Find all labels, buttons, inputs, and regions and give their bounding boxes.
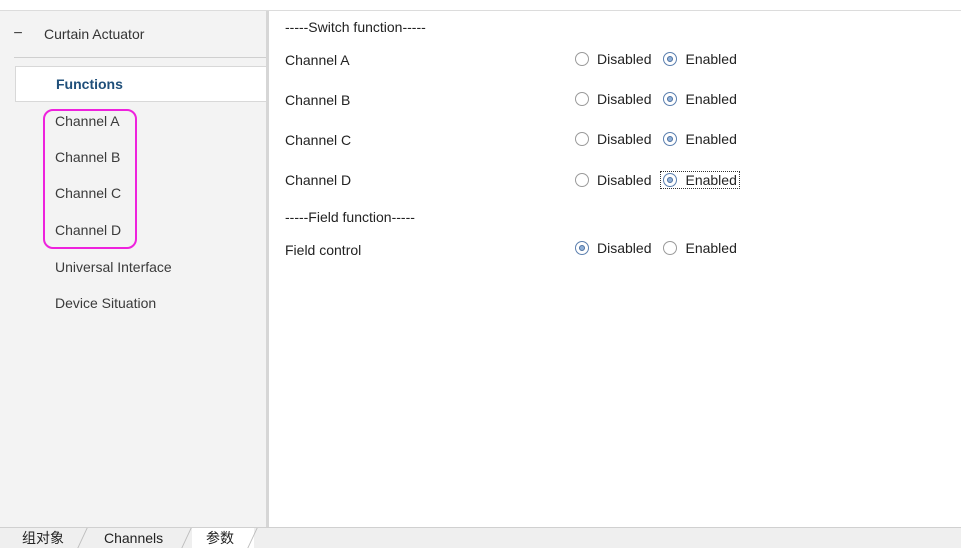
tab-label: Channels bbox=[104, 530, 164, 546]
collapse-icon[interactable]: − bbox=[0, 25, 36, 43]
field-control-disabled-option[interactable]: Disabled bbox=[575, 240, 651, 256]
tab-group-objects[interactable]: 组对象 bbox=[10, 528, 76, 548]
tab-label: 组对象 bbox=[22, 530, 64, 546]
field-function-heading: -----Field function----- bbox=[285, 209, 415, 225]
parameter-panel: -----Switch function----- Channel A Disa… bbox=[269, 11, 961, 527]
channel-d-radio-group: Disabled Enabled bbox=[575, 171, 752, 189]
channel-a-radio-group: Disabled Enabled bbox=[575, 51, 749, 67]
tree-item-label: Universal Interface bbox=[55, 259, 172, 275]
channel-a-label: Channel A bbox=[285, 52, 350, 68]
option-label: Enabled bbox=[685, 131, 737, 147]
channel-c-label: Channel C bbox=[285, 132, 352, 148]
channel-a-enabled-option[interactable]: Enabled bbox=[663, 51, 737, 67]
channel-d-disabled-option[interactable]: Disabled bbox=[575, 172, 651, 188]
option-label: Enabled bbox=[685, 172, 737, 188]
annotation-highlight-box bbox=[43, 109, 137, 249]
tree-item-functions[interactable]: Functions bbox=[15, 66, 266, 102]
bottom-tab-bar: 组对象 Channels 参数 bbox=[0, 527, 961, 548]
tree-item-device-situation[interactable]: Device Situation bbox=[15, 285, 266, 321]
tab-separator bbox=[181, 528, 192, 548]
radio-unchecked-icon[interactable] bbox=[575, 52, 589, 66]
option-label: Enabled bbox=[685, 240, 737, 256]
tab-parameters[interactable]: 参数 bbox=[192, 528, 254, 548]
channel-b-enabled-option[interactable]: Enabled bbox=[663, 91, 737, 107]
tree-root-curtain-actuator[interactable]: − Curtain Actuator bbox=[0, 11, 266, 57]
tab-separator bbox=[77, 528, 88, 548]
radio-unchecked-icon[interactable] bbox=[575, 132, 589, 146]
radio-checked-icon[interactable] bbox=[663, 52, 678, 66]
field-control-radio-group: Disabled Enabled bbox=[575, 240, 749, 256]
radio-unchecked-icon[interactable] bbox=[575, 173, 589, 187]
tree-root-label: Curtain Actuator bbox=[44, 26, 145, 42]
option-label: Disabled bbox=[597, 51, 652, 67]
field-control-label: Field control bbox=[285, 242, 362, 258]
parameter-tree: − Curtain Actuator Functions Channel A C… bbox=[0, 11, 269, 527]
channel-b-disabled-option[interactable]: Disabled bbox=[575, 91, 651, 107]
radio-checked-icon[interactable] bbox=[663, 132, 678, 146]
tree-item-label: Functions bbox=[56, 76, 123, 92]
radio-checked-icon[interactable] bbox=[663, 92, 678, 106]
channel-d-enabled-option[interactable]: Enabled bbox=[660, 171, 740, 189]
radio-unchecked-icon[interactable] bbox=[575, 92, 589, 106]
tab-label: 参数 bbox=[206, 530, 234, 546]
channel-b-label: Channel B bbox=[285, 92, 351, 108]
option-label: Disabled bbox=[597, 240, 652, 256]
switch-function-heading: -----Switch function----- bbox=[285, 19, 426, 35]
tab-channels[interactable]: Channels bbox=[92, 528, 175, 548]
radio-checked-icon[interactable] bbox=[575, 241, 589, 255]
channel-c-disabled-option[interactable]: Disabled bbox=[575, 131, 651, 147]
option-label: Disabled bbox=[597, 91, 652, 107]
top-border bbox=[0, 0, 961, 11]
channel-d-label: Channel D bbox=[285, 172, 352, 188]
tree-item-label: Device Situation bbox=[55, 295, 157, 311]
channel-c-radio-group: Disabled Enabled bbox=[575, 131, 749, 147]
channel-b-radio-group: Disabled Enabled bbox=[575, 91, 749, 107]
option-label: Disabled bbox=[597, 131, 652, 147]
tree-item-universal-interface[interactable]: Universal Interface bbox=[15, 249, 266, 285]
option-label: Enabled bbox=[685, 91, 737, 107]
option-label: Disabled bbox=[597, 172, 652, 188]
channel-a-disabled-option[interactable]: Disabled bbox=[575, 51, 651, 67]
option-label: Enabled bbox=[685, 51, 737, 67]
channel-c-enabled-option[interactable]: Enabled bbox=[663, 131, 737, 147]
radio-unchecked-icon[interactable] bbox=[663, 241, 678, 255]
radio-checked-icon[interactable] bbox=[663, 173, 678, 187]
field-control-enabled-option[interactable]: Enabled bbox=[663, 240, 737, 256]
